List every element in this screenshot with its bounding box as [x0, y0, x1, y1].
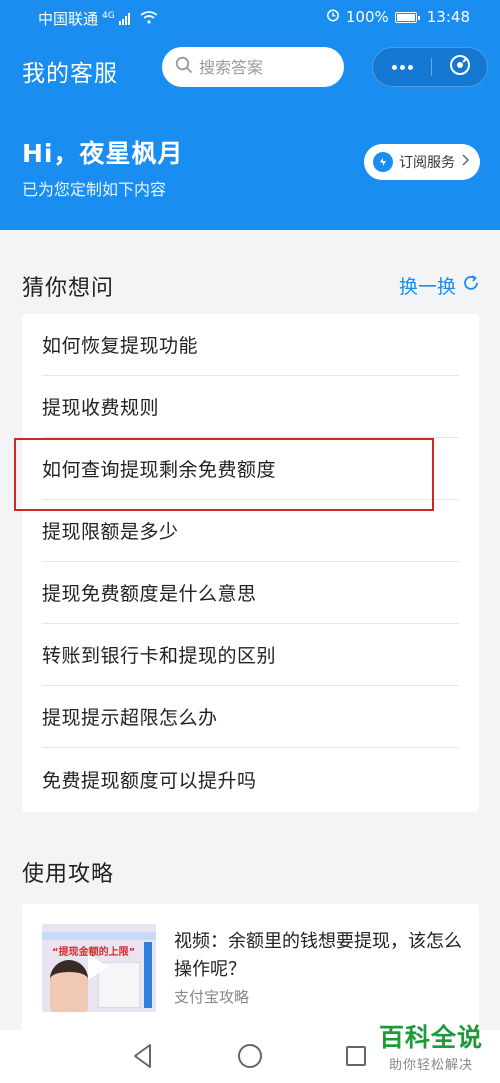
- more-button[interactable]: [373, 48, 431, 86]
- guide-source: 支付宝攻略: [174, 988, 250, 1006]
- subscribe-button[interactable]: 订阅服务: [364, 144, 480, 180]
- greeting-subtitle: 已为您定制如下内容: [22, 180, 167, 199]
- search-input[interactable]: [199, 57, 329, 77]
- video-thumbnail[interactable]: “提现金额的上限”: [42, 924, 156, 1012]
- alarm-icon: [326, 8, 340, 26]
- greeting: Hi，夜星枫月: [22, 139, 184, 168]
- guide-title: 视频：余额里的钱想要提现，该怎么操作呢？: [174, 931, 462, 980]
- watermark: 百科全说 助你轻松解决: [376, 1022, 486, 1078]
- guides-section-title: 使用攻略: [22, 862, 115, 887]
- carrier-label: 中国联通: [38, 10, 99, 28]
- close-button[interactable]: [432, 48, 488, 86]
- thumbnail-sidebar: [144, 942, 152, 1008]
- status-bar: 中国联通 4G 100% 13:48: [0, 0, 500, 34]
- watermark-main: 百科全说: [378, 1023, 483, 1052]
- guess-section-title: 猜你想问: [22, 276, 115, 301]
- search-box[interactable]: [162, 47, 344, 87]
- home-icon[interactable]: [238, 1044, 262, 1068]
- question-item[interactable]: 提现收费规则: [42, 376, 459, 438]
- header: 我的客服 Hi，夜星枫月 已为您定制如下内容 订阅服务: [0, 34, 500, 230]
- question-item[interactable]: 如何恢复提现功能: [42, 314, 459, 376]
- watermark-sub: 助你轻松解决: [388, 1058, 473, 1073]
- question-item[interactable]: 如何查询提现剩余免费额度: [42, 438, 459, 500]
- play-icon: [88, 954, 108, 980]
- question-item[interactable]: 提现提示超限怎么办: [42, 686, 459, 748]
- clock: 13:48: [426, 8, 470, 26]
- refresh-icon: [462, 274, 480, 297]
- dot-icon: [399, 64, 405, 70]
- recent-apps-icon[interactable]: [346, 1046, 366, 1066]
- question-item[interactable]: 免费提现额度可以提升吗: [42, 748, 459, 810]
- refresh-label: 换一换: [398, 276, 456, 298]
- subscribe-label: 订阅服务: [399, 155, 455, 171]
- guide-card[interactable]: “提现金额的上限” 视频：余额里的钱想要提现，该怎么操作呢？ 支付宝攻略: [22, 904, 479, 1032]
- back-icon[interactable]: [132, 1043, 154, 1073]
- network-label: 4G: [102, 10, 115, 21]
- page-title: 我的客服: [22, 61, 118, 87]
- question-list: 如何恢复提现功能 提现收费规则 如何查询提现剩余免费额度 提现限额是多少 提现免…: [22, 314, 479, 812]
- dot-icon: [391, 64, 397, 70]
- thumbnail-banner: [42, 932, 156, 940]
- dot-icon: [407, 64, 413, 70]
- battery-percent: 100%: [345, 8, 389, 26]
- subscribe-icon: [373, 152, 393, 172]
- refresh-button[interactable]: 换一换: [399, 272, 480, 299]
- close-icon: [448, 53, 472, 81]
- question-item[interactable]: 提现免费额度是什么意思: [42, 562, 459, 624]
- signal-icon: [118, 12, 130, 25]
- wifi-icon: [140, 10, 158, 28]
- mini-program-capsule: [372, 47, 488, 87]
- question-item[interactable]: 提现限额是多少: [42, 500, 459, 562]
- battery-icon: [394, 11, 420, 23]
- question-item[interactable]: 转账到银行卡和提现的区别: [42, 624, 459, 686]
- search-icon: [175, 56, 193, 78]
- presenter-image: [50, 960, 88, 1012]
- chevron-right-icon: [461, 154, 470, 170]
